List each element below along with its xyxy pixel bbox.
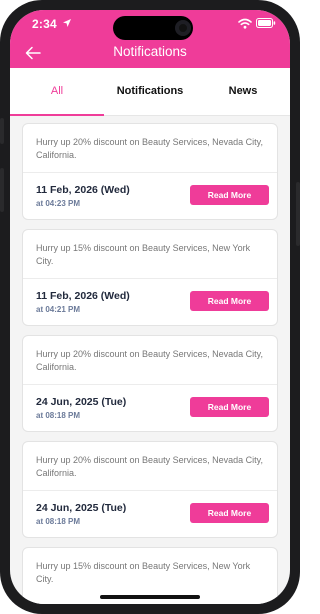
notification-message: Hurry up 15% discount on Beauty Services… [36, 561, 251, 584]
notification-date: 11 Feb, 2026 (Wed) [36, 290, 130, 302]
wifi-icon [238, 18, 252, 29]
side-button [0, 168, 4, 212]
card-divider [23, 490, 277, 491]
card-divider [23, 384, 277, 385]
card-divider [23, 172, 277, 173]
notification-date: 11 Feb, 2026 (Wed) [36, 184, 130, 196]
camera-icon [175, 20, 191, 36]
notification-date: 24 Jun, 2025 (Tue) [36, 396, 127, 408]
notification-message: Hurry up 20% discount on Beauty Services… [36, 455, 263, 478]
notification-date: 24 Jun, 2025 (Tue) [36, 502, 127, 514]
card-divider [23, 278, 277, 279]
tab-news[interactable]: News [196, 68, 290, 116]
read-more-button[interactable]: Read More [190, 503, 269, 523]
tab-bar: All Notifications News [10, 68, 290, 116]
read-more-button[interactable]: Read More [190, 291, 269, 311]
notification-time: at 04:23 PM [36, 199, 81, 208]
tab-all[interactable]: All [10, 68, 104, 116]
status-time: 2:34 [32, 17, 57, 31]
tab-notifications[interactable]: Notifications [104, 68, 196, 116]
read-more-button[interactable]: Read More [190, 397, 269, 417]
notification-time: at 08:18 PM [36, 411, 81, 420]
side-button [296, 182, 300, 246]
read-more-button[interactable]: Read More [190, 185, 269, 205]
phone-frame: 2:34 Notifications All Notifications New… [0, 0, 300, 614]
notification-card: Hurry up 20% discount on Beauty Services… [22, 335, 278, 432]
active-tab-indicator [10, 114, 104, 116]
notification-time: at 08:18 PM [36, 517, 81, 526]
notification-card: Hurry up 20% discount on Beauty Services… [22, 441, 278, 538]
app-header: 2:34 Notifications [10, 10, 290, 68]
notification-card: Hurry up 20% discount on Beauty Services… [22, 123, 278, 220]
notification-message: Hurry up 20% discount on Beauty Services… [36, 349, 263, 372]
battery-icon [256, 18, 276, 28]
notification-message: Hurry up 15% discount on Beauty Services… [36, 243, 251, 266]
screen: 2:34 Notifications All Notifications New… [10, 10, 290, 604]
location-arrow-icon [63, 19, 71, 27]
notification-card: Hurry up 15% discount on Beauty Services… [22, 229, 278, 326]
page-title: Notifications [113, 44, 187, 59]
notification-time: at 04:21 PM [36, 305, 81, 314]
status-bar: 2:34 [10, 10, 290, 40]
home-indicator[interactable] [100, 595, 200, 599]
side-button [0, 118, 4, 144]
notification-message: Hurry up 20% discount on Beauty Services… [36, 137, 263, 160]
